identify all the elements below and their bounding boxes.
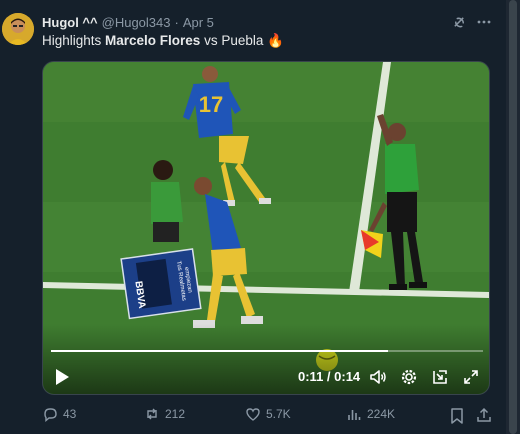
scrollbar-thumb[interactable] xyxy=(509,0,517,434)
repost-icon xyxy=(147,408,157,420)
views-button[interactable]: 224K xyxy=(346,406,395,422)
tweet-text-prefix: Highlights xyxy=(42,33,106,48)
video-controls-gradient xyxy=(43,324,489,394)
tweet-actions: 43 212 5.7K 224K xyxy=(0,404,506,426)
reply-count: 43 xyxy=(63,407,77,421)
reply-icon xyxy=(44,408,57,422)
tweet-header: Hugol ^^ @Hugol343 · Apr 5 xyxy=(42,14,214,30)
views-count: 224K xyxy=(367,407,396,421)
like-count: 5.7K xyxy=(266,407,291,421)
share-icon[interactable] xyxy=(476,407,492,423)
separator-dot: · xyxy=(174,14,179,30)
tweet-date[interactable]: Apr 5 xyxy=(183,15,214,30)
avatar-image xyxy=(2,13,34,45)
avatar[interactable] xyxy=(2,13,34,45)
picture-in-picture-icon[interactable] xyxy=(431,368,449,386)
like-button[interactable]: 5.7K xyxy=(245,406,291,422)
more-options-icon[interactable] xyxy=(476,14,492,30)
tweet-text-bold: Marcelo Flores xyxy=(105,33,201,48)
video-progress-fill xyxy=(51,350,388,352)
fullscreen-icon[interactable] xyxy=(462,368,480,386)
grok-icon[interactable] xyxy=(452,15,467,30)
video-time: 0:11 / 0:14 xyxy=(298,369,361,384)
views-chart-icon xyxy=(348,410,361,420)
scrollbar[interactable] xyxy=(506,0,520,434)
tweet-text: Highlights Marcelo Flores vs Puebla 🔥 xyxy=(42,33,284,49)
repost-count: 212 xyxy=(165,407,186,421)
volume-icon[interactable] xyxy=(369,368,387,386)
tweet: Hugol ^^ @Hugol343 · Apr 5 Highlights Ma… xyxy=(0,0,506,434)
video-progress-bar[interactable] xyxy=(51,350,483,352)
fire-emoji: 🔥 xyxy=(267,33,284,48)
play-icon[interactable] xyxy=(54,368,70,386)
heart-icon xyxy=(246,408,260,421)
settings-gear-icon[interactable] xyxy=(400,368,418,386)
bookmark-icon[interactable] xyxy=(450,408,464,424)
jersey-number: 17 xyxy=(199,92,223,117)
user-handle[interactable]: @Hugol343 xyxy=(102,15,171,30)
display-name[interactable]: Hugol ^^ xyxy=(42,15,98,30)
video-player[interactable]: 17 BBVA Tus Realmetas empiezan 0:11 / 0:… xyxy=(42,61,490,395)
tweet-text-suffix: vs Puebla xyxy=(200,33,268,48)
reply-button[interactable]: 43 xyxy=(42,406,76,422)
repost-button[interactable]: 212 xyxy=(144,406,185,422)
